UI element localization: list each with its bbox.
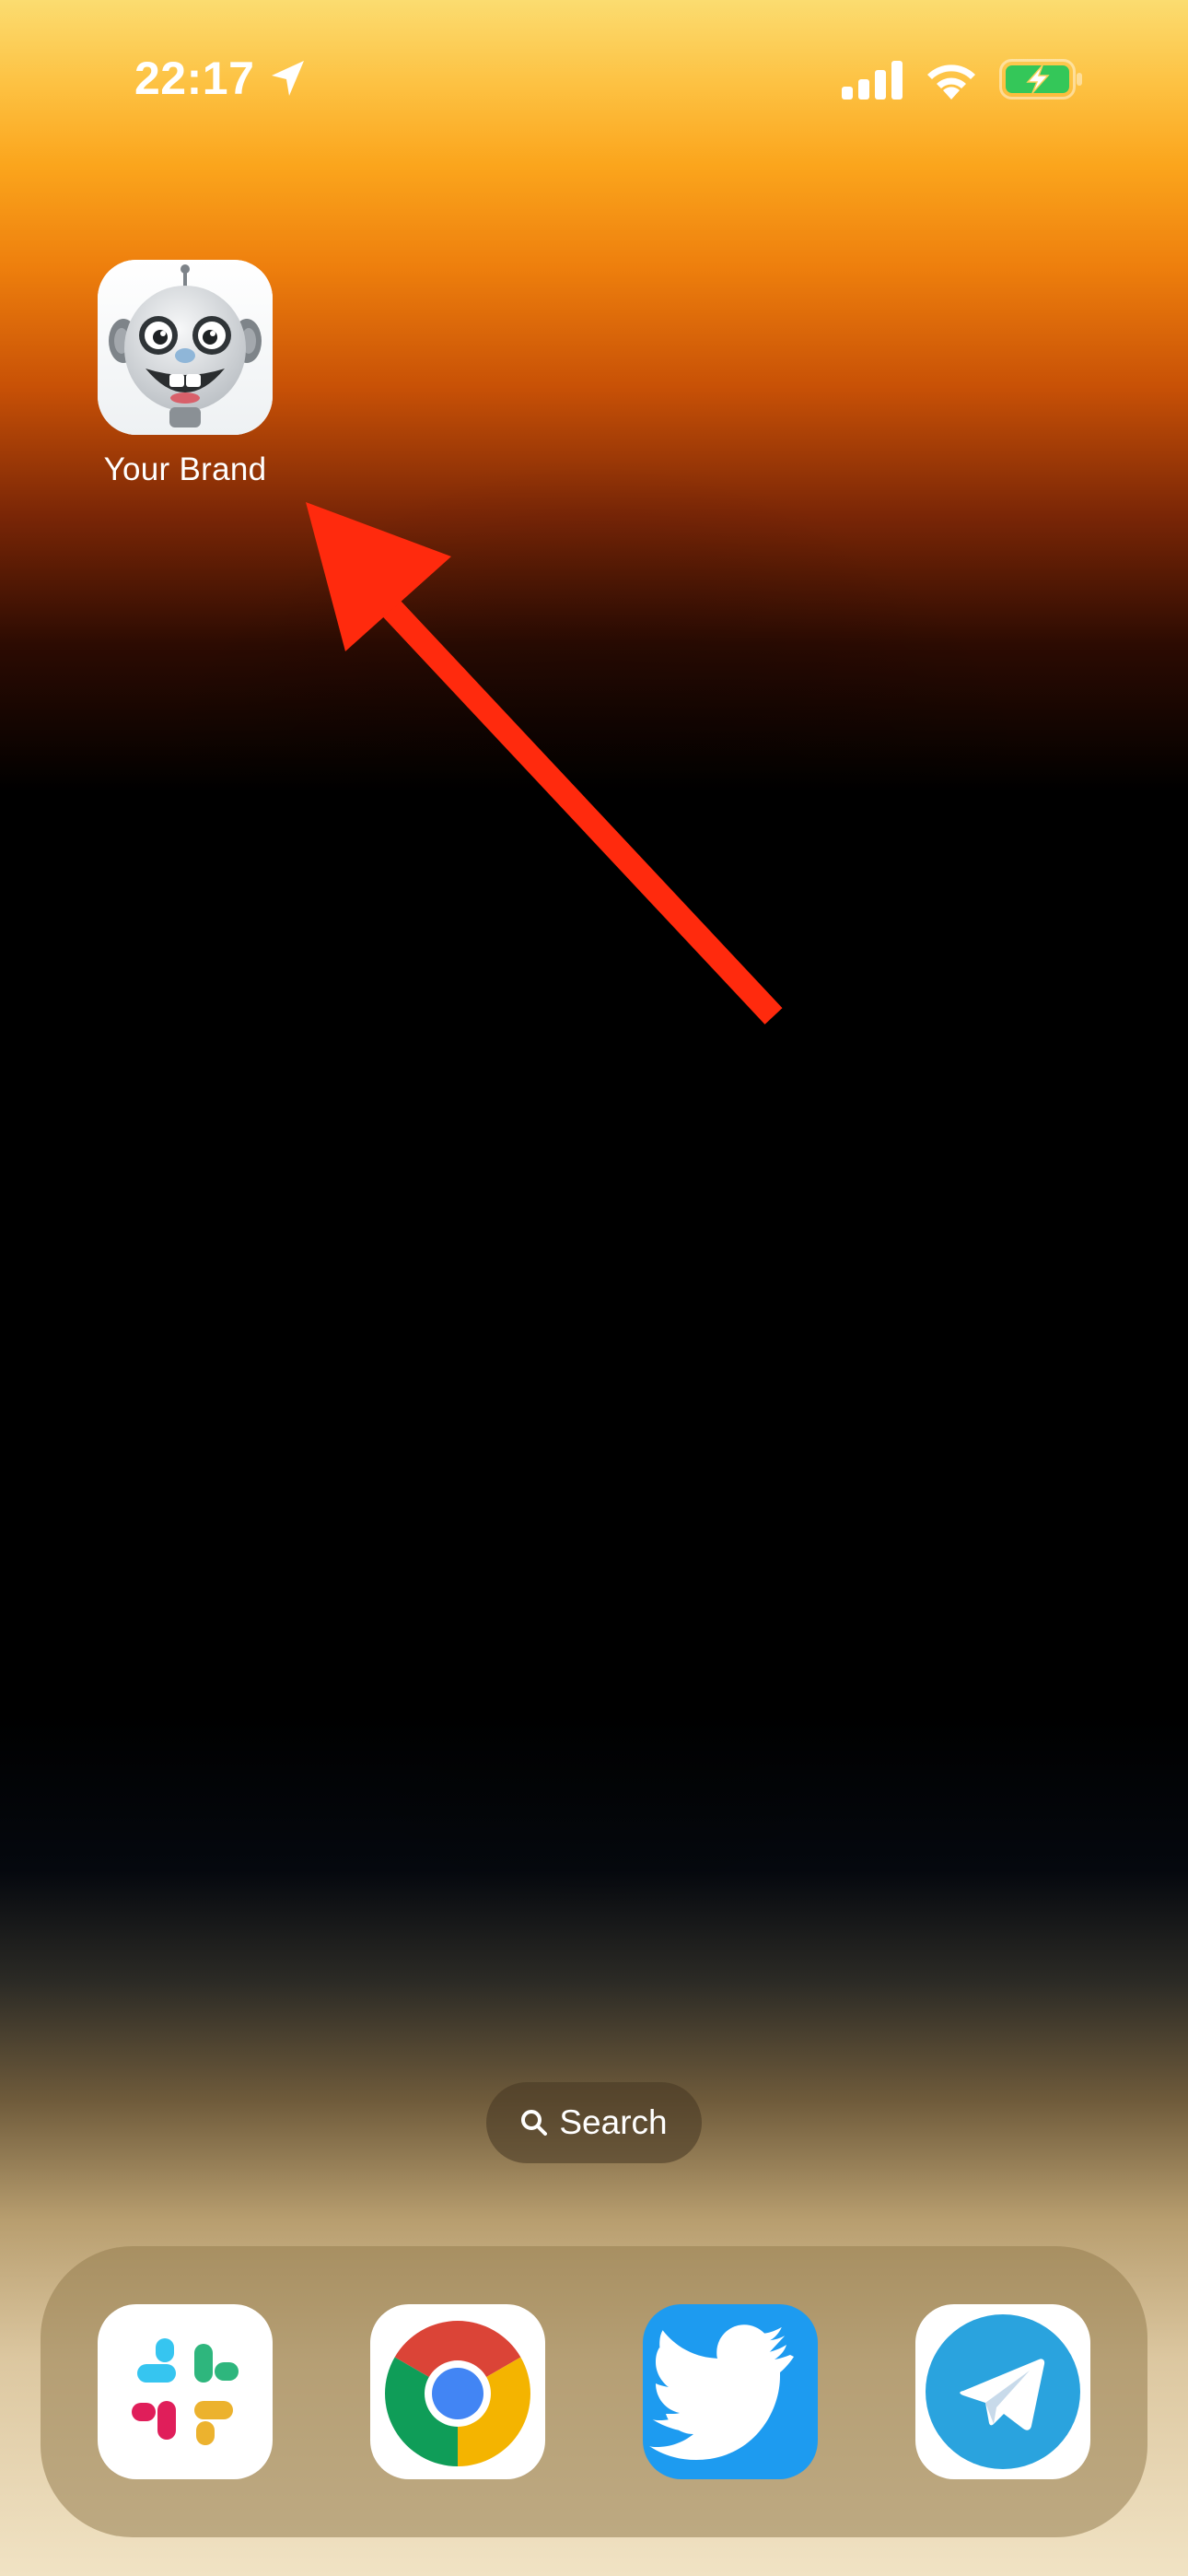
dock-app-chrome[interactable] [370,2304,545,2479]
wifi-icon [927,64,975,100]
dock-app-slack[interactable] [98,2304,273,2479]
dock-app-telegram[interactable] [915,2304,1090,2479]
status-time: 22:17 [134,53,255,104]
search-label: Search [559,2103,668,2141]
app-your-brand[interactable]: Your Brand [98,260,273,487]
location-arrow-icon [272,61,304,96]
telegram-icon [926,2314,1080,2469]
cellular-signal-icon [842,61,903,100]
search-icon [521,2110,548,2136]
twitter-icon [649,2324,794,2460]
app-label: Your Brand [103,451,267,487]
battery-charging-icon [999,59,1082,100]
slack-icon [132,2338,239,2445]
robot-app-icon [98,260,273,435]
dock-app-twitter[interactable] [643,2304,818,2479]
search-button[interactable]: Search [486,2082,702,2163]
chrome-icon [385,2321,530,2466]
